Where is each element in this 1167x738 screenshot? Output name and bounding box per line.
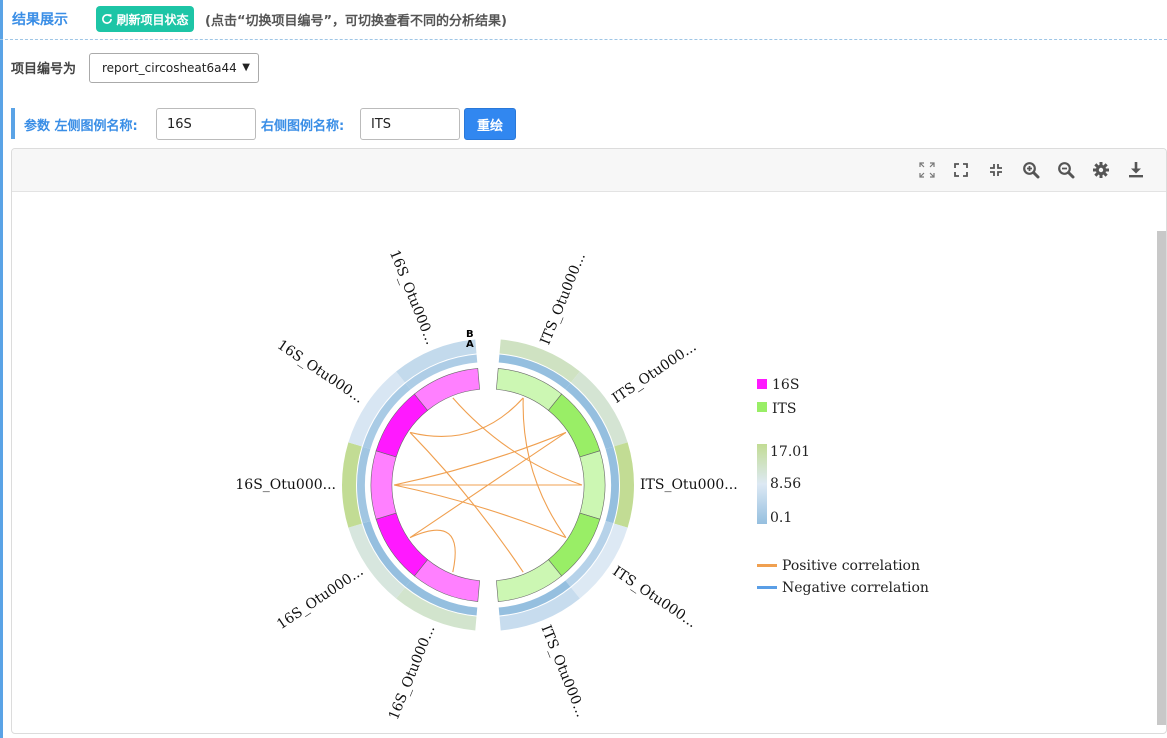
ideogram-segment-s3 — [370, 450, 397, 520]
result-header: 结果展示 刷新项目状态 (点击“切换项目编号”，可切换查看不同的分析结果) — [0, 0, 1167, 40]
segment-label-its1: ITS_Otu000... — [538, 251, 589, 348]
positive-correlation-swatch — [757, 564, 777, 567]
circos-chart: ITS_Otu000... ITS_Otu000... ITS_Otu000... I… — [235, 248, 929, 722]
legend: 16S ITS 17.01 8.56 0.1 Positive correlat… — [757, 377, 929, 596]
negative-correlation-label: Negative correlation — [782, 580, 929, 596]
param-accent-bar — [11, 108, 15, 139]
segment-label-its4: ITS_Otu000... — [610, 563, 700, 631]
param-prefix: 参数 — [24, 119, 51, 134]
segment-label-its2: ITS_Otu000... — [610, 339, 700, 407]
colorbar — [757, 444, 767, 524]
positive-correlation-label: Positive correlation — [782, 558, 920, 574]
project-label: 项目编号为 — [11, 62, 77, 77]
correlation-link-3 — [393, 431, 567, 486]
segment-label-s2: 16S_Otu000... — [274, 563, 366, 633]
segment-label-s1: 16S_Otu000... — [386, 623, 439, 722]
legend-label-its: ITS — [772, 401, 796, 417]
colorbar-mid-label: 8.56 — [770, 476, 801, 492]
refresh-label: 刷新项目状态 — [116, 12, 189, 27]
heat-a-cell-s3 — [357, 446, 371, 524]
left-legend-label-text: 左侧图例名称: — [54, 119, 138, 134]
section-title: 结果展示 — [12, 12, 68, 28]
colorbar-max-label: 17.01 — [770, 444, 810, 460]
right-legend-label: 右侧图例名称: — [261, 119, 345, 134]
redraw-button[interactable]: 重绘 — [464, 108, 516, 140]
left-accent-line — [0, 0, 3, 738]
segment-label-its5: ITS_Otu000... — [538, 623, 589, 720]
project-selected-value: report_circosheat6a44 — [102, 61, 237, 75]
refresh-icon — [102, 14, 113, 24]
track-markers: B A — [466, 329, 474, 350]
legend-label-16s: 16S — [772, 377, 799, 393]
vertical-scrollbar[interactable] — [1157, 231, 1166, 725]
segment-label-s4: 16S_Otu000... — [274, 337, 366, 407]
correlation-links — [393, 397, 583, 573]
refresh-status-button[interactable]: 刷新项目状态 — [96, 6, 194, 32]
chart-panel: ITS_Otu000... ITS_Otu000... ITS_Otu000... I… — [11, 148, 1167, 734]
dropdown-arrow-icon: ▼ — [242, 62, 250, 73]
ideogram-segment-its3 — [579, 450, 606, 520]
legend-swatch-16s — [757, 379, 767, 389]
segment-label-its3: ITS_Otu000... — [640, 477, 738, 493]
heat-a-cell-its3 — [605, 446, 619, 524]
colorbar-min-label: 0.1 — [770, 510, 792, 526]
legend-swatch-its — [757, 402, 767, 412]
correlation-link-6 — [409, 432, 524, 573]
right-legend-input[interactable] — [360, 108, 460, 140]
project-select[interactable]: report_circosheat6a44 ▼ — [89, 53, 259, 83]
track-marker-a: A — [466, 339, 474, 350]
switch-hint: (点击“切换项目编号”，可切换查看不同的分析结果) — [205, 14, 507, 29]
left-legend-input[interactable] — [156, 108, 256, 140]
left-legend-label: 参数 左侧图例名称: — [24, 115, 138, 134]
segment-label-s3: 16S_Otu000... — [235, 477, 336, 493]
negative-correlation-swatch — [757, 586, 777, 589]
segment-label-s5: 16S_Otu000... — [386, 248, 439, 347]
